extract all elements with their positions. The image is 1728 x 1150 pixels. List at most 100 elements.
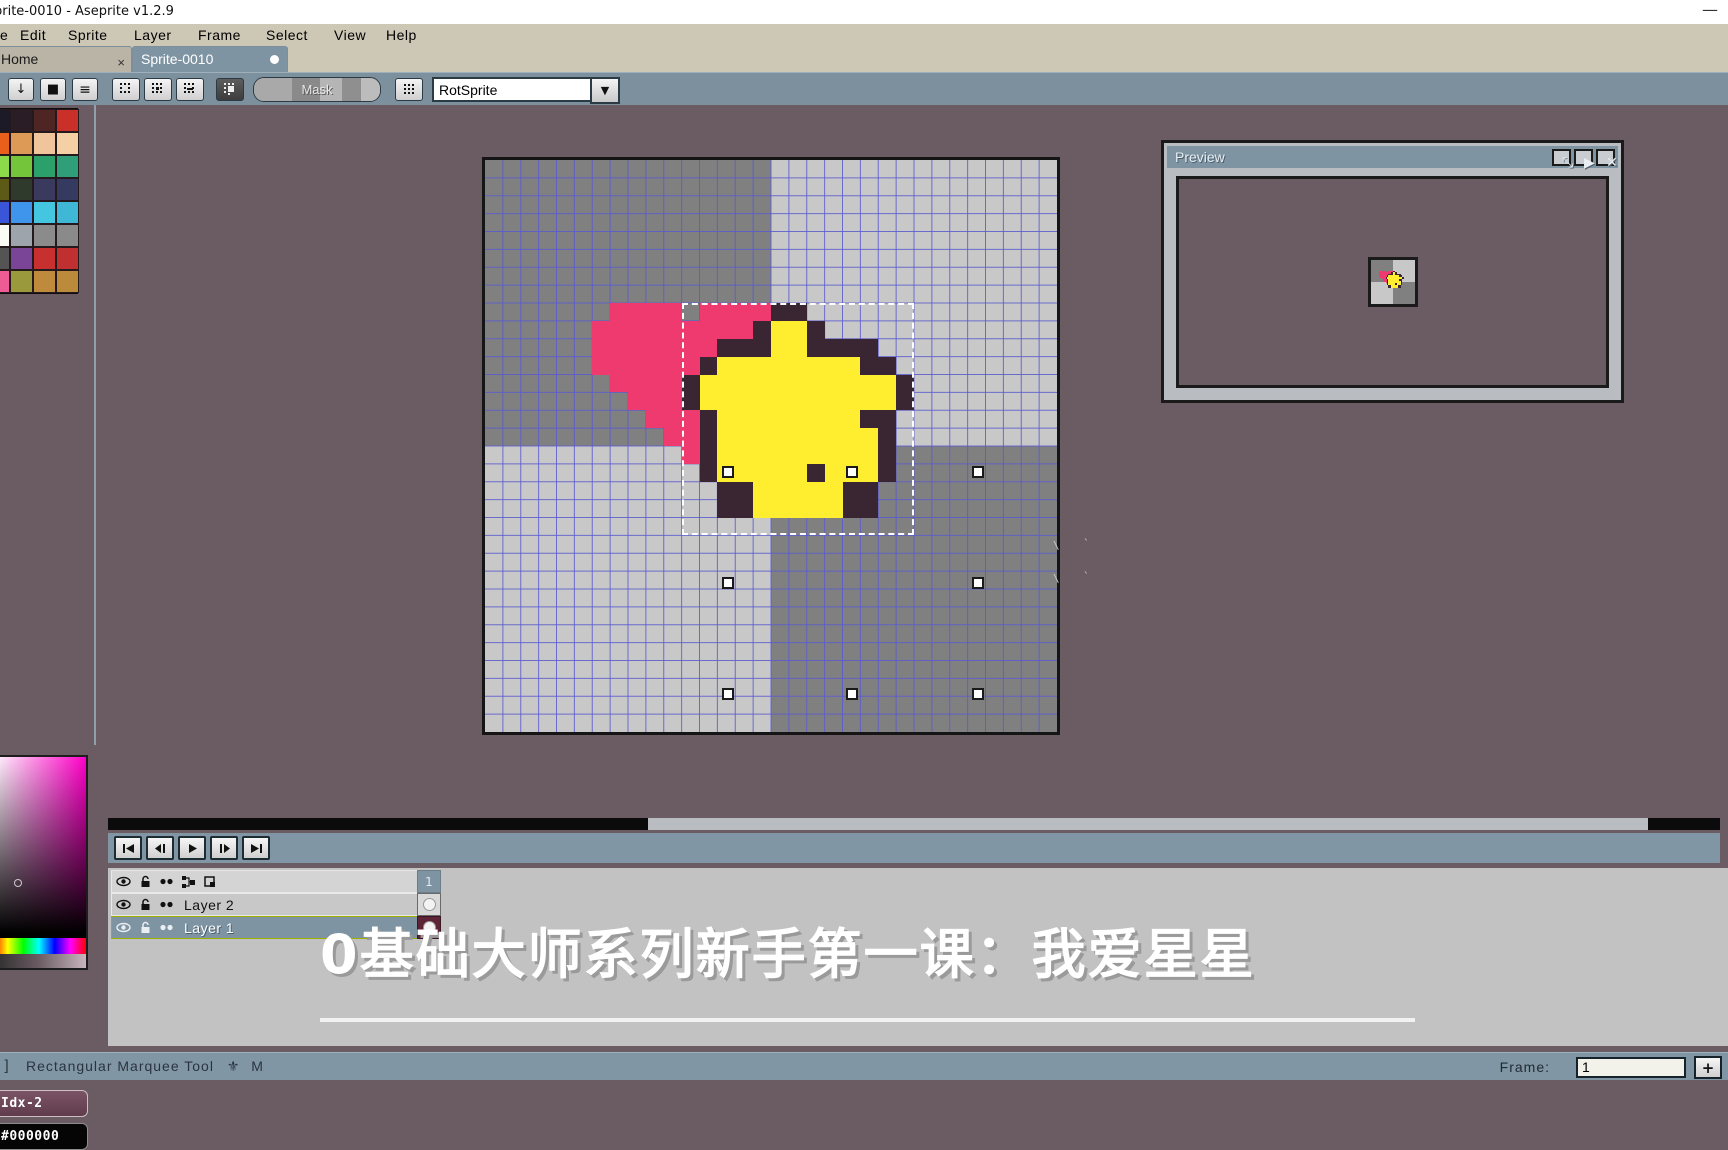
eye-icon[interactable] xyxy=(112,917,134,938)
palette-swatch[interactable] xyxy=(10,201,33,224)
menu-item-select[interactable]: Select xyxy=(266,27,308,43)
palette-swatch[interactable] xyxy=(0,270,10,293)
selection-handle-se[interactable] xyxy=(972,688,984,700)
palette-swatch[interactable] xyxy=(0,247,10,270)
selection-handle-sw[interactable] xyxy=(722,688,734,700)
palette-swatch[interactable] xyxy=(56,201,79,224)
tab-home[interactable]: Home × xyxy=(0,46,132,72)
palette-swatch[interactable] xyxy=(33,178,56,201)
alpha-slider[interactable] xyxy=(0,954,86,968)
hue-slider[interactable] xyxy=(0,938,86,954)
eye-icon[interactable] xyxy=(112,894,134,915)
palette-swatch[interactable] xyxy=(10,247,33,270)
preview-pixel xyxy=(1391,286,1398,288)
menu-item-frame[interactable]: Frame xyxy=(198,27,241,43)
sprite-canvas[interactable] xyxy=(482,157,1060,735)
rotation-algorithm-select[interactable]: RotSprite ▼ xyxy=(432,77,620,104)
menu-lines-icon[interactable]: ≡ xyxy=(72,78,98,101)
palette-swatch[interactable] xyxy=(33,132,56,155)
palette-swatch[interactable] xyxy=(56,224,79,247)
palette-swatch[interactable] xyxy=(0,132,10,155)
frame-input[interactable]: 1 xyxy=(1576,1057,1686,1078)
frame-column-header[interactable]: 1 xyxy=(417,870,441,893)
lock-icon[interactable] xyxy=(134,917,156,938)
eye-icon[interactable] xyxy=(112,871,134,892)
download-icon[interactable]: ↓ xyxy=(8,78,34,101)
palette-swatch[interactable] xyxy=(10,178,33,201)
saturation-value-square[interactable] xyxy=(0,757,86,933)
palette-swatch[interactable] xyxy=(0,224,10,247)
palette-swatch[interactable] xyxy=(33,109,56,132)
tab-sprite-label: Sprite-0010 xyxy=(141,51,214,67)
palette-swatch[interactable] xyxy=(33,224,56,247)
go-first-frame-button[interactable] xyxy=(114,836,142,860)
active-tool-shortcut: M xyxy=(251,1058,264,1074)
color-index-badge[interactable]: Idx-2 xyxy=(0,1090,88,1117)
previous-frame-button[interactable] xyxy=(146,836,174,860)
menu-item-file[interactable]: e xyxy=(0,27,8,43)
add-frame-button[interactable]: + xyxy=(1694,1056,1722,1079)
menu-item-sprite[interactable]: Sprite xyxy=(68,27,108,43)
palette-swatch[interactable] xyxy=(56,155,79,178)
selection-handle-ne[interactable] xyxy=(972,466,984,478)
onion-skin-icon[interactable] xyxy=(178,871,200,892)
palette-swatch[interactable] xyxy=(33,201,56,224)
chevron-down-icon[interactable]: ▼ xyxy=(590,77,620,104)
selection-handle-e[interactable] xyxy=(972,577,984,589)
continuous-icon[interactable] xyxy=(156,917,178,938)
palette-swatch[interactable] xyxy=(0,155,10,178)
new-layer-icon[interactable] xyxy=(200,871,222,892)
selection-handle-s[interactable] xyxy=(846,688,858,700)
selection-handle-n[interactable] xyxy=(846,466,858,478)
continuous-icon[interactable] xyxy=(156,894,178,915)
palette-swatch[interactable] xyxy=(0,178,10,201)
play-button[interactable] xyxy=(178,836,206,860)
menu-item-help[interactable]: Help xyxy=(386,27,417,43)
mask-opacity-slider[interactable]: Mask xyxy=(253,77,381,102)
pixel-grid-icon[interactable] xyxy=(395,78,423,101)
selection-handle-w[interactable] xyxy=(722,577,734,589)
selection-handle-nw[interactable] xyxy=(722,466,734,478)
palette-swatch[interactable] xyxy=(56,270,79,293)
continuous-icon[interactable] xyxy=(156,871,178,892)
square-fill-icon[interactable]: ■ xyxy=(40,78,66,101)
close-icon[interactable]: ✕ xyxy=(1596,149,1618,170)
palette-swatch[interactable] xyxy=(56,178,79,201)
preview-title-bar: Preview ⤡ ▶ ✕ xyxy=(1167,146,1618,170)
lock-icon[interactable] xyxy=(134,894,156,915)
palette-swatch[interactable] xyxy=(0,201,10,224)
menu-item-view[interactable]: View xyxy=(334,27,366,43)
palette-swatch[interactable] xyxy=(10,224,33,247)
selection-add-icon[interactable] xyxy=(144,78,172,101)
horizontal-scrollbar-track[interactable] xyxy=(108,818,1720,830)
palette-swatch[interactable] xyxy=(56,132,79,155)
palette-swatch[interactable] xyxy=(0,109,10,132)
palette-swatch[interactable] xyxy=(10,109,33,132)
horizontal-scrollbar-thumb[interactable] xyxy=(648,818,1648,830)
selection-intersect-icon[interactable] xyxy=(216,78,244,101)
color-hex-field[interactable]: #000000 xyxy=(0,1123,88,1150)
minimize-button[interactable]: — xyxy=(1702,2,1718,18)
color-picker[interactable] xyxy=(0,755,88,970)
preview-window[interactable]: Preview ⤡ ▶ ✕ xyxy=(1161,140,1624,403)
status-brace-icon: ] xyxy=(2,1057,12,1075)
menu-item-layer[interactable]: Layer xyxy=(134,27,172,43)
palette-swatch[interactable] xyxy=(56,247,79,270)
tab-sprite-0010[interactable]: Sprite-0010 xyxy=(132,46,288,72)
palette-swatch[interactable] xyxy=(10,270,33,293)
lock-icon[interactable] xyxy=(134,871,156,892)
palette-swatch[interactable] xyxy=(33,247,56,270)
color-palette[interactable] xyxy=(0,108,79,294)
selection-subtract-icon[interactable] xyxy=(176,78,204,101)
play-icon[interactable]: ▶ xyxy=(1574,149,1595,170)
go-last-frame-button[interactable] xyxy=(242,836,270,860)
selection-replace-icon[interactable] xyxy=(112,78,140,101)
palette-swatch[interactable] xyxy=(33,155,56,178)
palette-swatch[interactable] xyxy=(33,270,56,293)
next-frame-button[interactable] xyxy=(210,836,238,860)
menu-item-edit[interactable]: Edit xyxy=(20,27,46,43)
palette-swatch[interactable] xyxy=(56,109,79,132)
expand-icon[interactable]: ⤡ xyxy=(1552,149,1573,170)
palette-swatch[interactable] xyxy=(10,132,33,155)
palette-swatch[interactable] xyxy=(10,155,33,178)
